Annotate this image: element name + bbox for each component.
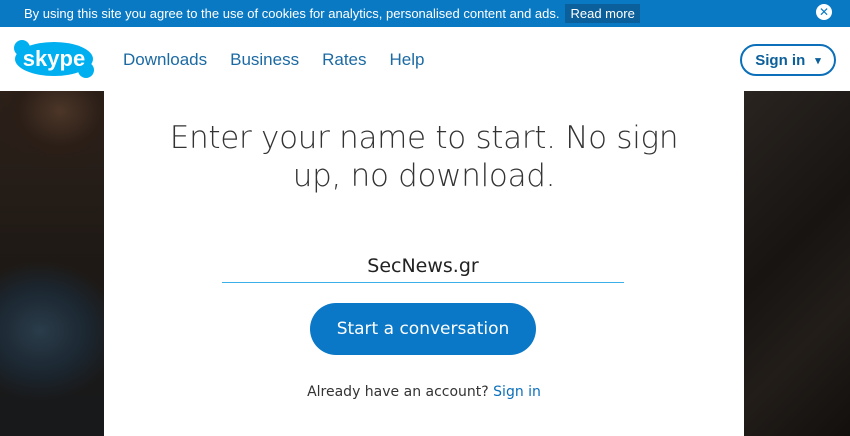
chevron-down-icon: ▾ [815, 54, 821, 67]
page-title: Enter your name to start. No sign up, no… [169, 120, 679, 194]
sign-in-label: Sign in [755, 51, 806, 69]
close-icon[interactable]: ✕ [816, 4, 832, 20]
cookie-banner: By using this site you agree to the use … [0, 0, 850, 27]
cookie-message: By using this site you agree to the use … [24, 6, 560, 21]
account-prompt: Already have an account? Sign in [104, 384, 744, 400]
nav-help[interactable]: Help [390, 50, 425, 70]
skype-logo[interactable]: skype [13, 39, 95, 79]
main-nav: Downloads Business Rates Help [123, 50, 447, 70]
sign-in-link[interactable]: Sign in [493, 384, 541, 400]
background-photo-right [744, 91, 850, 436]
account-prompt-text: Already have an account? [307, 384, 489, 400]
nav-rates[interactable]: Rates [322, 50, 366, 70]
background-photo-left [0, 91, 104, 436]
nav-business[interactable]: Business [230, 50, 299, 70]
start-conversation-button[interactable]: Start a conversation [310, 303, 536, 355]
logo-text: skype [23, 46, 85, 71]
sign-in-button[interactable]: Sign in ▾ [740, 44, 836, 76]
site-header: skype Downloads Business Rates Help Sign… [0, 27, 850, 91]
start-card: Enter your name to start. No sign up, no… [104, 91, 744, 436]
name-input[interactable] [222, 249, 624, 283]
nav-downloads[interactable]: Downloads [123, 50, 207, 70]
read-more-link[interactable]: Read more [565, 4, 640, 23]
